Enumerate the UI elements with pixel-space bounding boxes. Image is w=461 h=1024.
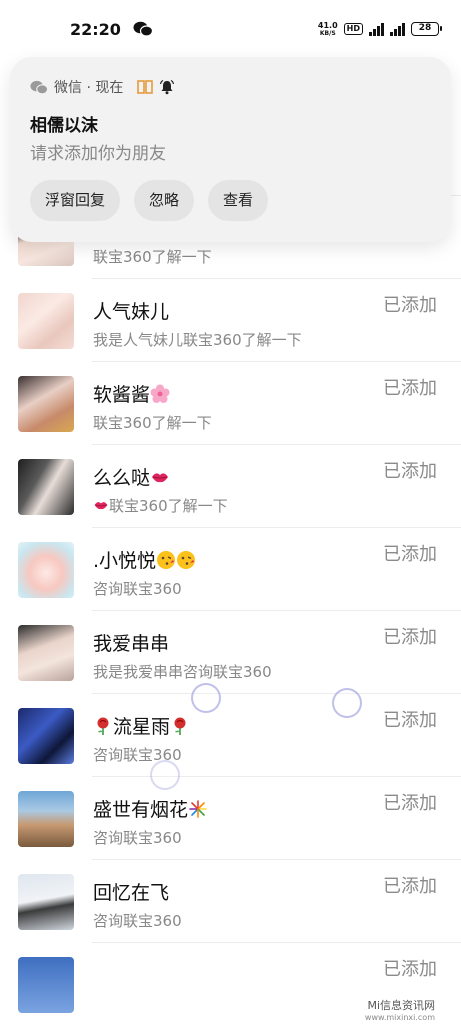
site-watermark: Mi信息资讯网 www.mixinxi.com	[364, 999, 435, 1023]
contact-message: 我是我爱串串咨询联宝360	[93, 663, 272, 681]
avatar[interactable]	[18, 542, 74, 598]
wechat-icon	[30, 80, 48, 94]
notification-app-name: 微信 · 现在	[54, 80, 124, 96]
avatar[interactable]	[18, 791, 74, 847]
added-status: 已添加	[383, 959, 437, 980]
contact-message: 联宝360了解一下	[93, 414, 212, 432]
contact-message: 联宝360了解一下	[93, 495, 228, 516]
ignore-button[interactable]: 忽略	[134, 180, 195, 221]
added-status: 已添加	[383, 544, 437, 565]
list-item[interactable]: .小悦悦 咨询联宝360 已添加	[0, 528, 461, 611]
added-status: 已添加	[383, 461, 437, 482]
view-button[interactable]: 查看	[208, 180, 269, 221]
notification-body: 请求添加你为朋友	[30, 144, 166, 164]
network-speed: 41.0 KB/S	[317, 20, 338, 37]
signal-sim2-icon	[390, 22, 405, 36]
notification-title: 相儒以沫	[30, 116, 98, 136]
contact-message: 联宝360了解一下	[93, 248, 212, 266]
contact-name: 盛世有烟花	[93, 795, 208, 822]
hd-voice-icon: HD	[343, 23, 363, 35]
touch-ripple	[332, 688, 362, 718]
kissing-face-icon	[177, 551, 196, 569]
floating-window-icon	[137, 80, 154, 94]
rose-icon	[97, 717, 109, 735]
avatar[interactable]	[18, 625, 74, 681]
contact-message: 咨询联宝360	[93, 580, 182, 598]
kissing-face-icon	[157, 551, 176, 569]
contact-message: 咨询联宝360	[93, 912, 182, 930]
added-status: 已添加	[383, 627, 437, 648]
list-item[interactable]: 回忆在飞 咨询联宝360 已添加	[0, 860, 461, 943]
added-status: 已添加	[383, 378, 437, 399]
list-item[interactable]: 软酱酱 联宝360了解一下 已添加	[0, 362, 461, 445]
contact-name: 流星雨	[93, 712, 190, 739]
bell-icon	[160, 79, 175, 95]
wechat-status-icon	[133, 21, 153, 37]
added-status: 已添加	[383, 710, 437, 731]
contact-name: 我爱串串	[93, 633, 170, 655]
status-bar: 22:20 41.0 KB/S HD 28	[0, 0, 461, 58]
fireworks-icon	[189, 800, 207, 818]
touch-ripple	[150, 760, 180, 790]
status-indicators: 41.0 KB/S HD 28	[317, 20, 442, 37]
contact-name: 么么哒	[93, 463, 170, 490]
screen: 22:20 41.0 KB/S HD 28 晏子 联宝360了解一下	[0, 0, 461, 1024]
added-status: 已添加	[383, 876, 437, 897]
avatar[interactable]	[18, 459, 74, 515]
list-item[interactable]: 已添加	[0, 943, 461, 1013]
notification-header: 微信 · 现在	[30, 77, 175, 97]
list-item[interactable]: 流星雨 咨询联宝360 已添加	[0, 694, 461, 777]
kiss-lips-icon	[94, 502, 108, 510]
contact-name: 人气妹儿	[93, 301, 170, 323]
float-reply-button[interactable]: 浮窗回复	[30, 180, 121, 221]
contact-name: 软酱酱	[93, 380, 170, 407]
battery-icon: 28	[411, 22, 442, 36]
rose-icon	[174, 717, 186, 735]
status-time: 22:20	[70, 19, 121, 39]
list-item[interactable]: 盛世有烟花 咨询联宝360 已添加	[0, 777, 461, 860]
avatar[interactable]	[18, 293, 74, 349]
new-friends-list: 晏子 联宝360了解一下 已添加 人气妹儿 我是人气妹儿联宝360了解一下 已添…	[0, 188, 461, 1013]
notification-actions: 浮窗回复 忽略 查看	[30, 180, 269, 221]
signal-sim1-icon	[369, 22, 384, 36]
list-item[interactable]: 么么哒 联宝360了解一下 已添加	[0, 445, 461, 528]
avatar[interactable]	[18, 874, 74, 930]
contact-name: 回忆在飞	[93, 882, 170, 904]
contact-name: .小悦悦	[93, 546, 196, 573]
friend-request-notification[interactable]: 微信 · 现在 相儒以沫 请求添加你为朋友 浮窗回复 忽略 查看	[10, 57, 451, 242]
avatar[interactable]	[18, 957, 74, 1013]
contact-message: 我是人气妹儿联宝360了解一下	[93, 331, 302, 349]
contact-message: 咨询联宝360	[93, 829, 182, 847]
list-item[interactable]: 人气妹儿 我是人气妹儿联宝360了解一下 已添加	[0, 279, 461, 362]
avatar[interactable]	[18, 708, 74, 764]
avatar[interactable]	[18, 376, 74, 432]
list-item[interactable]: 我爱串串 我是我爱串串咨询联宝360 已添加	[0, 611, 461, 694]
touch-ripple	[191, 683, 221, 713]
added-status: 已添加	[383, 793, 437, 814]
cherry-blossom-icon	[150, 384, 170, 403]
added-status: 已添加	[383, 295, 437, 316]
kiss-lips-icon	[152, 473, 169, 483]
